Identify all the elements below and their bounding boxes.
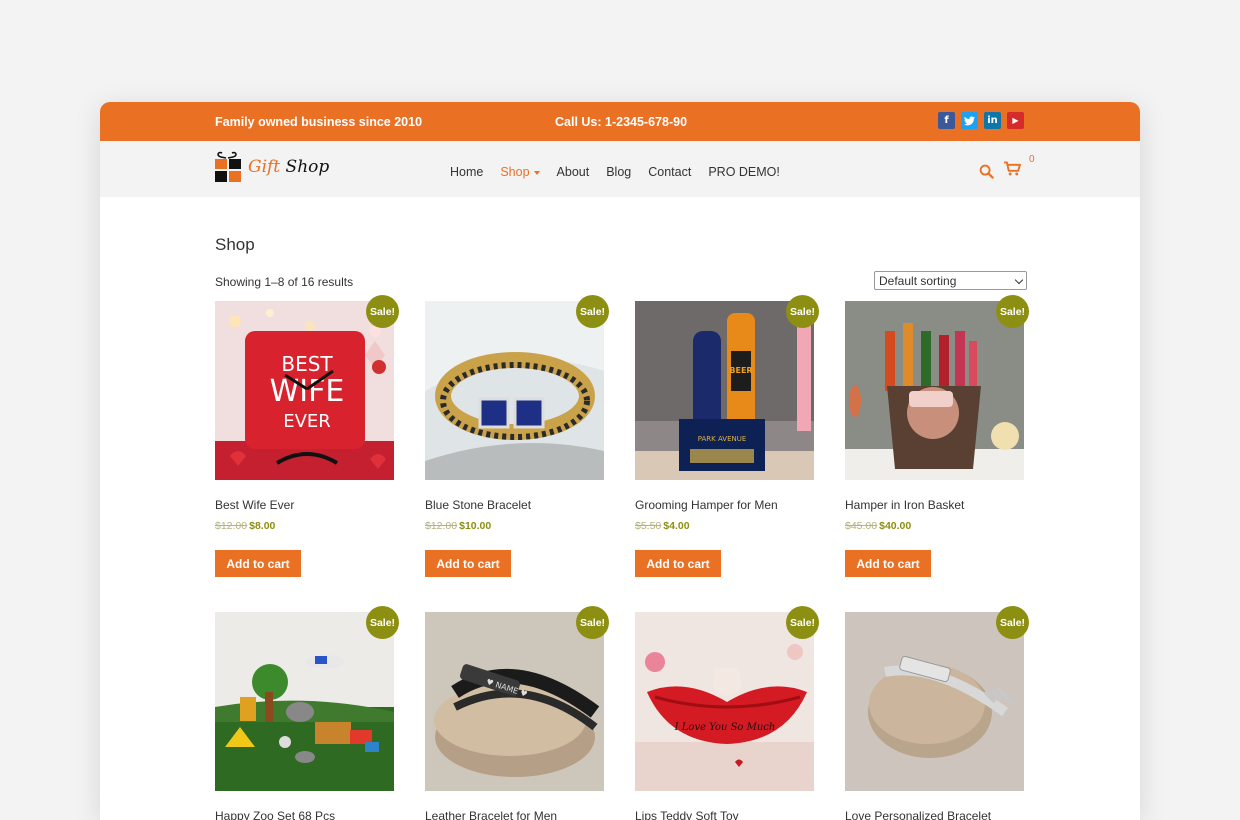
sort-select[interactable]: Default sorting [874, 271, 1027, 290]
chevron-down-icon [533, 170, 540, 175]
site-header: Gift Shop Home Shop About Blog Contact P… [100, 141, 1140, 197]
product-name[interactable]: Leather Bracelet for Men [425, 809, 557, 820]
svg-text:BEER: BEER [729, 366, 752, 375]
site-logo[interactable]: Gift Shop [214, 151, 329, 183]
product-image-lips[interactable]: I Love You So Much [635, 612, 814, 791]
add-to-cart-button[interactable]: Add to cart [635, 550, 721, 577]
tagline: Family owned business since 2010 [215, 115, 423, 129]
product-image-zoo[interactable] [215, 612, 394, 791]
product-image-bracelet[interactable] [425, 301, 604, 480]
result-count: Showing 1–8 of 16 results [215, 275, 354, 289]
nav-home[interactable]: Home [450, 165, 483, 179]
product-price: $5.50 $4.00 [635, 520, 690, 532]
product-price: $12.00 $8.00 [215, 520, 276, 532]
product-name[interactable]: Love Personalized Bracelet [845, 809, 991, 820]
twitter-icon[interactable] [961, 112, 978, 129]
svg-text:I Love You So Much: I Love You So Much [674, 722, 776, 733]
product-image-hamper[interactable]: BEER PARK AVENUE [635, 301, 814, 480]
browser-window: Family owned business since 2010 Call Us… [100, 102, 1140, 820]
product-name[interactable]: Hamper in Iron Basket [845, 498, 964, 512]
cart[interactable]: 0 [1004, 154, 1035, 181]
product-name[interactable]: Best Wife Ever [215, 498, 294, 512]
sale-badge: Sale! [576, 606, 609, 639]
gift-box-icon [215, 151, 241, 182]
nav-blog[interactable]: Blog [606, 165, 631, 179]
sale-badge: Sale! [996, 295, 1029, 328]
cart-icon [1004, 161, 1021, 176]
sort-selected-value: Default sorting [879, 274, 957, 288]
sale-badge: Sale! [996, 606, 1029, 639]
add-to-cart-button[interactable]: Add to cart [845, 550, 931, 577]
sale-badge: Sale! [366, 606, 399, 639]
social-links: f in ▶ [938, 112, 1024, 129]
product-name[interactable]: Grooming Hamper for Men [635, 498, 778, 512]
shop-content: Shop Showing 1–8 of 16 results Default s… [100, 197, 1140, 820]
product-price: $45.00 $40.00 [845, 520, 912, 532]
facebook-icon[interactable]: f [938, 112, 955, 129]
logo-text: Gift Shop [248, 157, 330, 177]
main-nav: Home Shop About Blog Contact PRO DEMO! [450, 165, 780, 179]
nav-pro-demo[interactable]: PRO DEMO! [708, 165, 780, 179]
page-title: Shop [215, 235, 255, 254]
svg-text:EVER: EVER [283, 411, 331, 432]
add-to-cart-button[interactable]: Add to cart [425, 550, 511, 577]
product-name[interactable]: Happy Zoo Set 68 Pcs [215, 809, 335, 820]
product-image-clock[interactable]: BEST WIFE EVER [215, 301, 394, 480]
youtube-icon[interactable]: ▶ [1007, 112, 1024, 129]
top-bar: Family owned business since 2010 Call Us… [100, 102, 1140, 141]
product-image-basket[interactable] [845, 301, 1024, 480]
product-name[interactable]: Blue Stone Bracelet [425, 498, 531, 512]
sale-badge: Sale! [786, 295, 819, 328]
svg-text:WIFE: WIFE [270, 374, 345, 409]
linkedin-icon[interactable]: in [984, 112, 1001, 129]
sale-badge: Sale! [366, 295, 399, 328]
phone-number: Call Us: 1-2345-678-90 [555, 115, 688, 129]
product-name[interactable]: Lips Teddy Soft Toy [635, 809, 739, 820]
chevron-down-icon [1014, 275, 1024, 285]
nav-shop[interactable]: Shop [500, 165, 540, 179]
svg-text:BEST: BEST [281, 352, 333, 376]
cart-count: 0 [1029, 154, 1035, 165]
svg-text:PARK AVENUE: PARK AVENUE [698, 435, 747, 443]
sale-badge: Sale! [786, 606, 819, 639]
sale-badge: Sale! [576, 295, 609, 328]
header-icons: 0 [979, 154, 1035, 181]
nav-about[interactable]: About [557, 165, 590, 179]
product-price: $12.00 $10.00 [425, 520, 492, 532]
product-image-leather[interactable]: ♥ NAME ♥ [425, 612, 604, 791]
nav-contact[interactable]: Contact [648, 165, 691, 179]
add-to-cart-button[interactable]: Add to cart [215, 550, 301, 577]
product-image-personalized[interactable] [845, 612, 1024, 791]
search-icon[interactable] [979, 164, 994, 179]
